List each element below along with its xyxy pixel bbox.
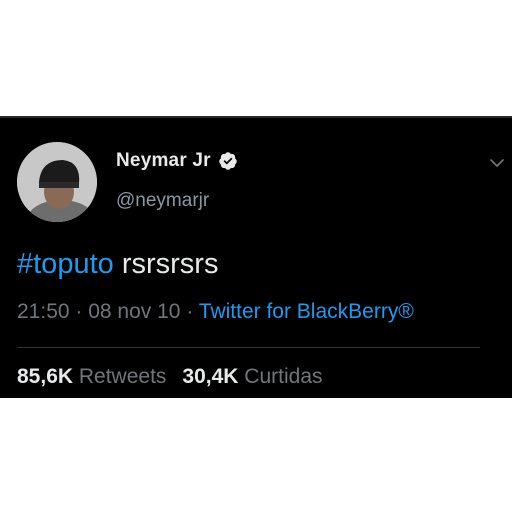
retweets-label: Retweets	[73, 365, 167, 388]
author-name[interactable]: Neymar Jr	[116, 150, 211, 172]
author-name-row[interactable]: Neymar Jr	[116, 150, 238, 172]
tweet-date[interactable]: 08 nov 10	[88, 300, 180, 323]
tweet-card[interactable]: Neymar Jr @neymarjr #toputo rsrsrsrs 21:…	[0, 116, 512, 398]
verified-badge-icon	[218, 152, 237, 170]
avatar[interactable]	[17, 142, 97, 222]
tweet-time[interactable]: 21:50	[17, 300, 70, 323]
meta-separator: ·	[180, 300, 199, 323]
likes-stat[interactable]: 30,4K Curtidas	[182, 365, 322, 388]
avatar-image	[17, 142, 97, 222]
divider	[17, 347, 480, 348]
chevron-down-icon[interactable]	[488, 154, 506, 172]
likes-label: Curtidas	[238, 365, 323, 388]
tweet-stats: 85,6K Retweets 30,4K Curtidas	[17, 365, 323, 389]
tweet-source-link[interactable]: Twitter for BlackBerry®	[199, 300, 414, 323]
tweet-body: rsrsrsrs	[113, 248, 219, 280]
retweets-stat[interactable]: 85,6K Retweets	[17, 365, 166, 388]
hashtag-link[interactable]: #toputo	[17, 248, 114, 280]
retweets-count: 85,6K	[17, 365, 74, 388]
author-handle[interactable]: @neymarjr	[116, 190, 209, 212]
meta-separator: ·	[69, 300, 89, 323]
tweet-meta: 21:50 · 08 nov 10 · Twitter for BlackBer…	[17, 300, 414, 324]
tweet-text: #toputo rsrsrsrs	[17, 248, 218, 281]
likes-count: 30,4K	[182, 365, 239, 388]
